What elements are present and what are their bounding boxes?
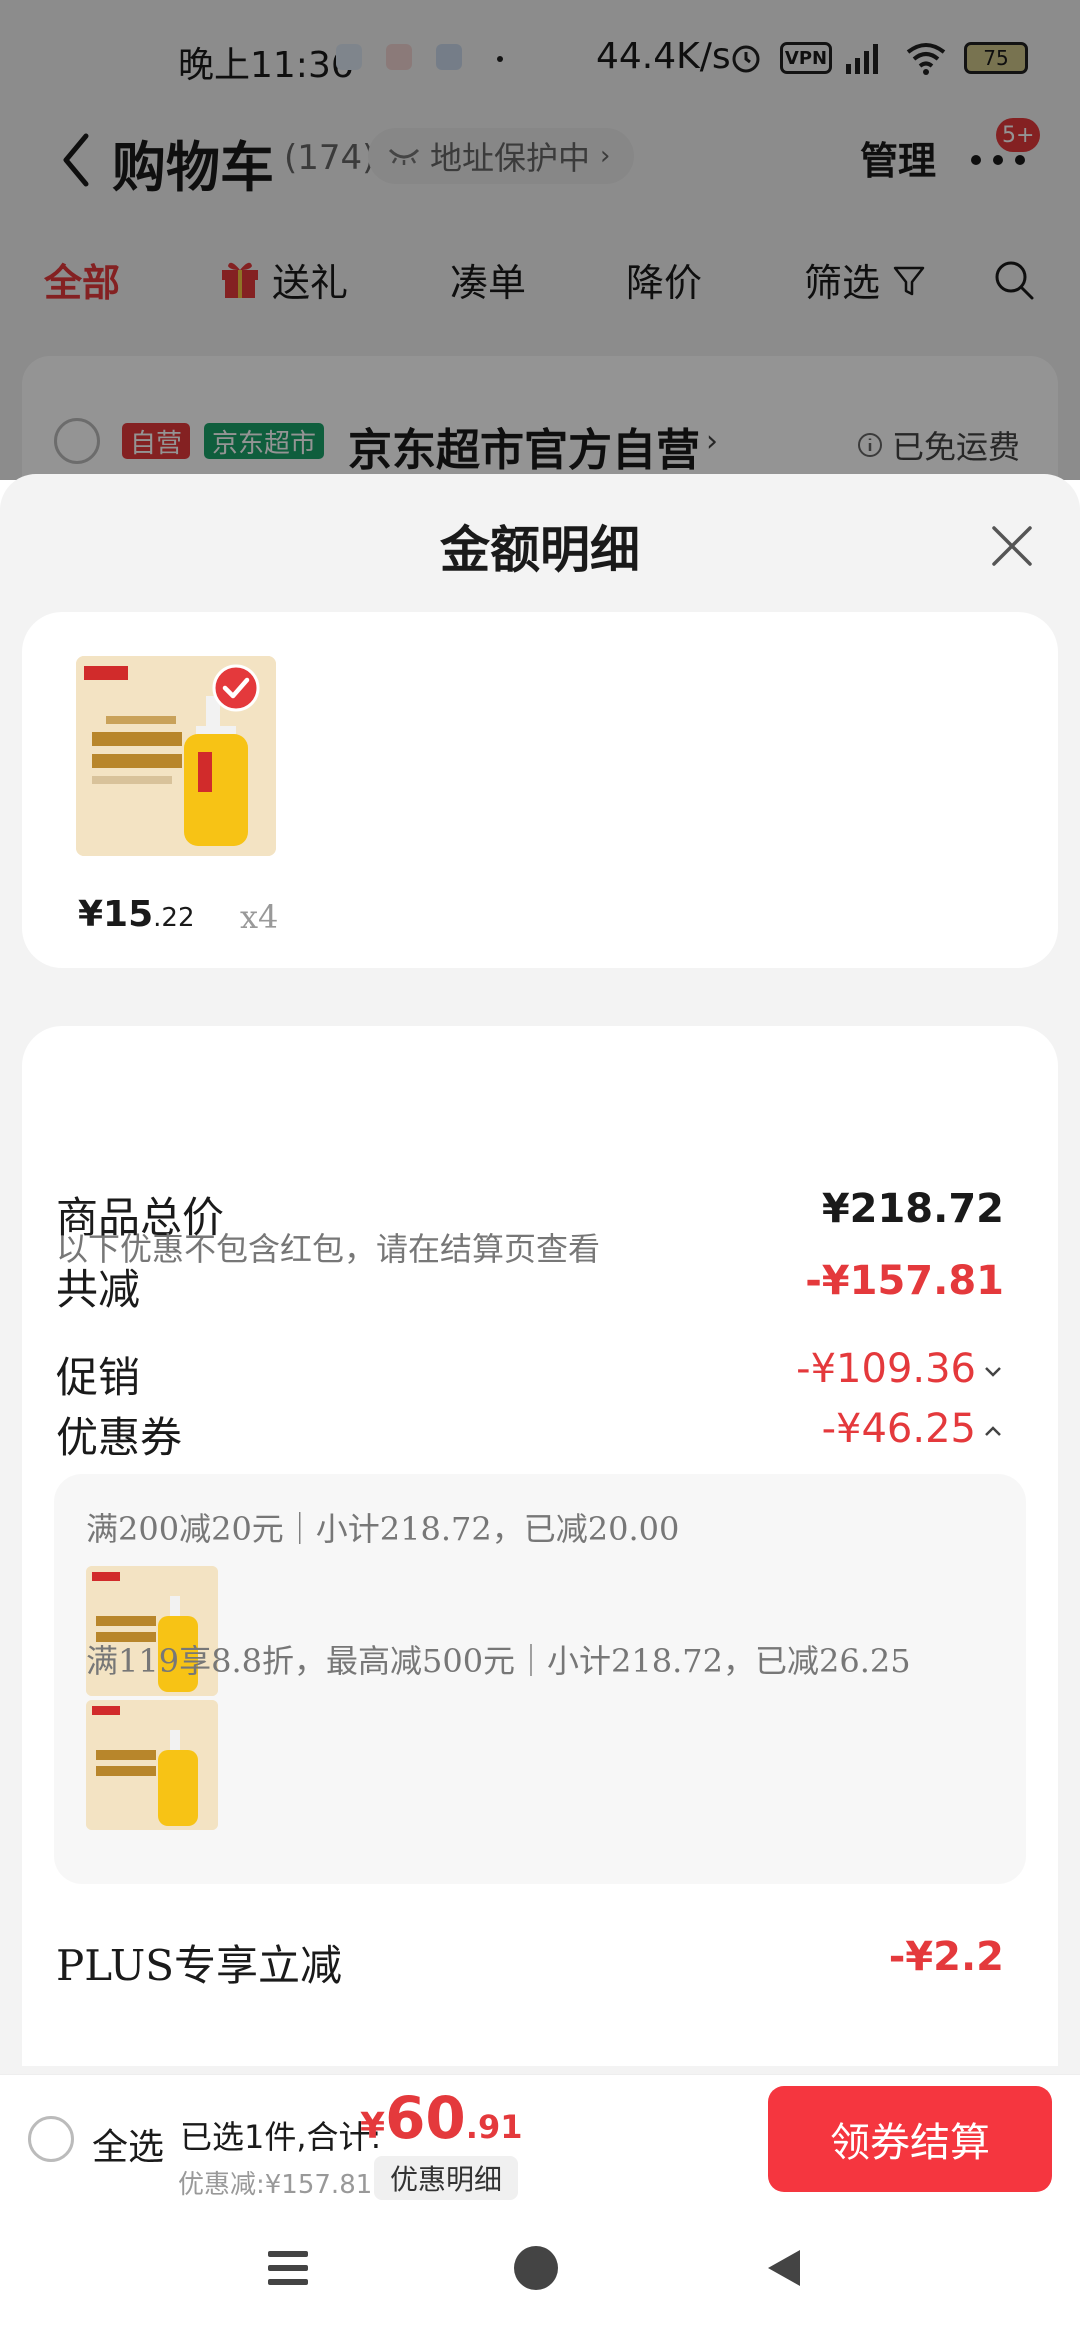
discount-detail-button[interactable]: 优惠明细 bbox=[374, 2156, 519, 2200]
back-triangle-icon[interactable] bbox=[764, 2246, 804, 2290]
sheet-title: 金额明细 bbox=[440, 521, 640, 579]
promo-row-toggle[interactable]: -¥109.36 bbox=[796, 1346, 1004, 1392]
total-price-dec: .91 bbox=[465, 2108, 523, 2146]
product-price-dec: .22 bbox=[153, 903, 195, 933]
close-icon[interactable] bbox=[988, 522, 1036, 570]
coupon-product-thumb[interactable] bbox=[86, 1700, 218, 1830]
selected-summary: 已选1件,合计: bbox=[180, 2118, 382, 2156]
product-price: ¥15.22 bbox=[78, 894, 195, 935]
total-price-int: 60 bbox=[385, 2084, 466, 2152]
discount-summary: 优惠减:¥157.81 bbox=[178, 2170, 373, 2200]
total-price: ¥60.91 bbox=[360, 2084, 522, 2152]
reduce-note: 以下优惠不包含红包，请在结算页查看 bbox=[56, 1230, 601, 1268]
total-price-value: ¥218.72 bbox=[821, 1186, 1004, 1232]
home-icon[interactable] bbox=[514, 2246, 558, 2290]
coupon-row-toggle[interactable]: -¥46.25 bbox=[822, 1406, 1004, 1452]
select-all-label[interactable]: 全选 bbox=[92, 2118, 164, 2170]
dim-overlay[interactable] bbox=[0, 0, 1080, 480]
select-all-radio[interactable] bbox=[28, 2116, 74, 2162]
coupon-line-2: 满119享8.8折，最高减500元｜小计218.72，已减26.25 bbox=[86, 1642, 911, 1680]
reduce-value: -¥157.81 bbox=[805, 1258, 1004, 1304]
coupon-label: 优惠券 bbox=[56, 1413, 183, 1462]
selected-check-icon bbox=[212, 664, 260, 712]
plus-discount-value: -¥2.2 bbox=[888, 1934, 1004, 1980]
product-card: ¥15.22 x4 bbox=[22, 612, 1058, 968]
promo-label: 促销 bbox=[56, 1353, 141, 1402]
amount-detail-sheet: 金额明细 ¥15.22 x4 商品总价 ¥218.72 共减 -¥157.81 … bbox=[0, 474, 1080, 2074]
promo-value: -¥109.36 bbox=[796, 1346, 976, 1392]
chevron-down-icon bbox=[985, 1367, 1001, 1377]
plus-discount-label: PLUS专享立减 bbox=[56, 1941, 343, 1990]
product-quantity: x4 bbox=[240, 898, 279, 936]
total-price-symbol: ¥ bbox=[360, 2106, 386, 2147]
coupon-value: -¥46.25 bbox=[821, 1406, 976, 1452]
product-bottle-icon bbox=[86, 1700, 218, 1830]
coupon-line-1: 满200减20元｜小计218.72，已减20.00 bbox=[86, 1510, 680, 1548]
checkout-button[interactable]: 领券结算 bbox=[768, 2086, 1052, 2192]
chevron-up-icon bbox=[985, 1426, 1001, 1436]
menu-icon[interactable] bbox=[266, 2248, 310, 2288]
product-price-int: ¥15 bbox=[78, 894, 154, 935]
